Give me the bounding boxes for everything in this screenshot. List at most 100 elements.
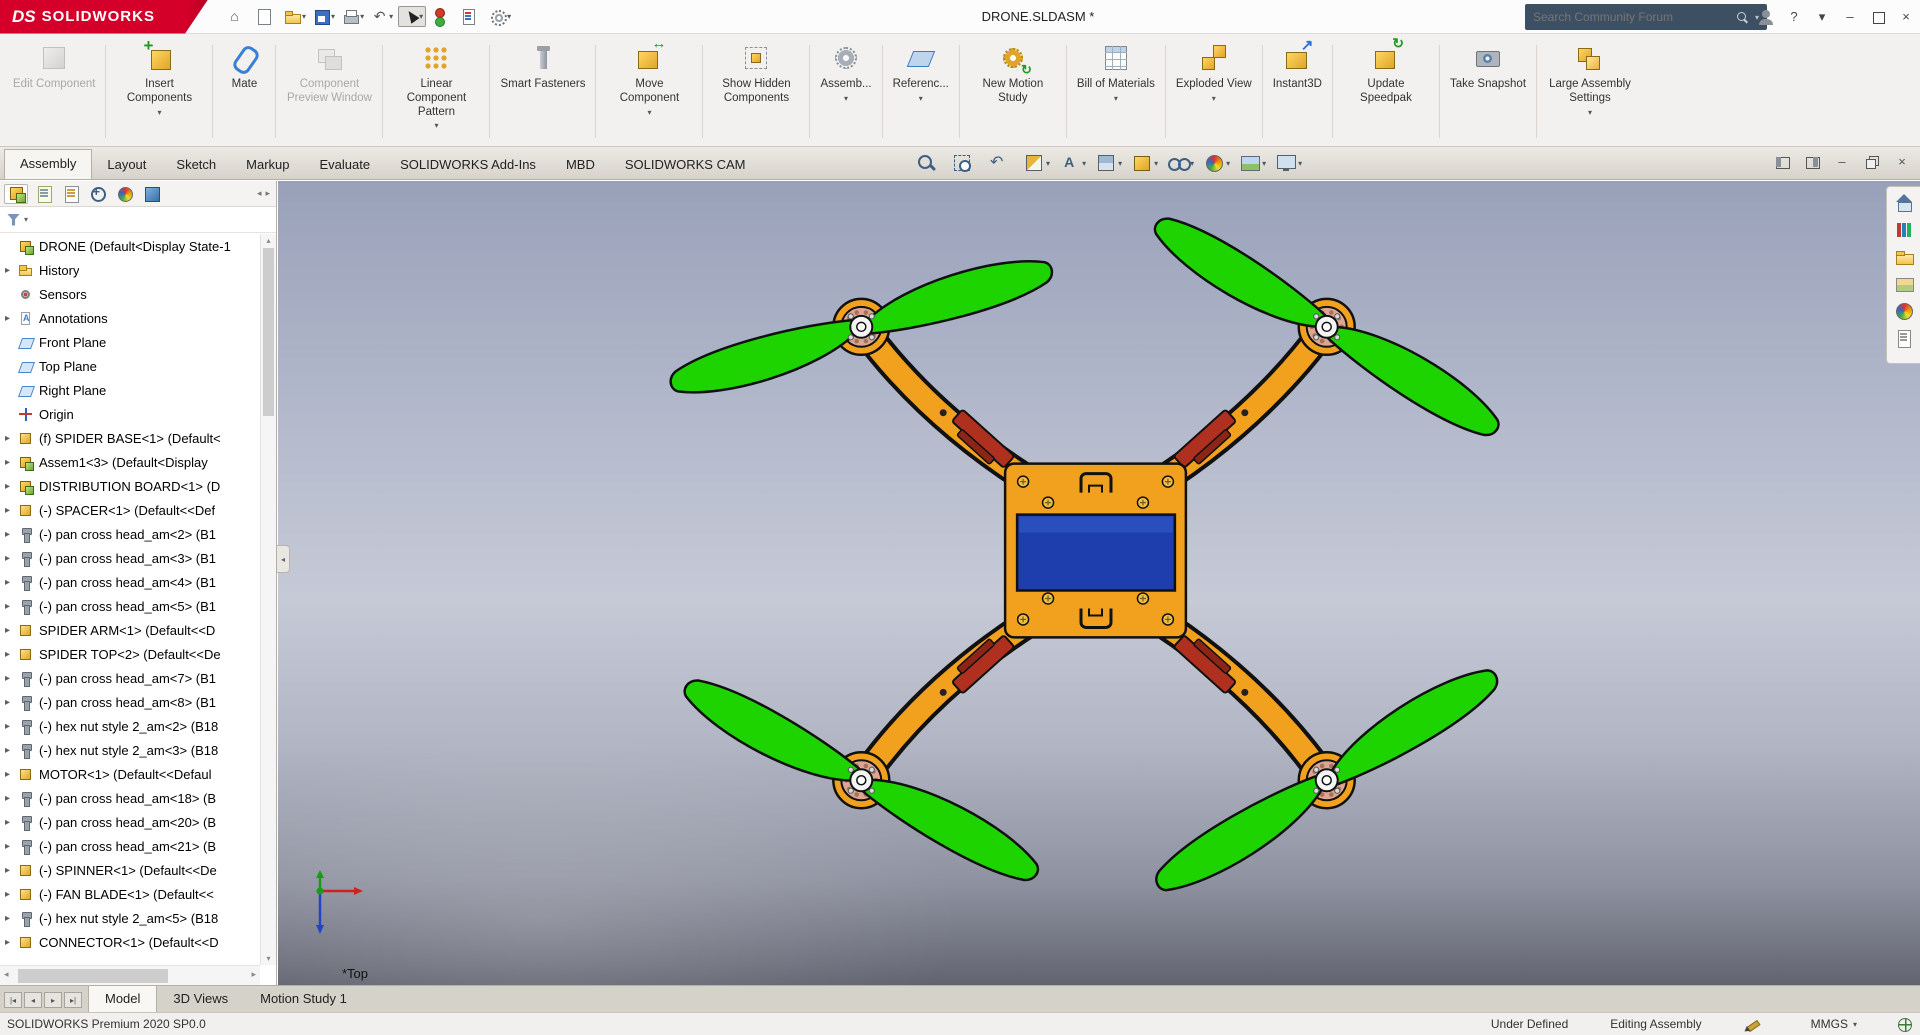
expand-arrow-icon[interactable]: ▸ bbox=[5, 889, 18, 900]
command-tab[interactable]: MBD bbox=[551, 151, 610, 179]
maximize-icon[interactable] bbox=[1870, 9, 1886, 25]
dropdown-caret-icon[interactable]: ▾ bbox=[507, 12, 511, 21]
expand-arrow-icon[interactable]: ▸ bbox=[5, 721, 18, 732]
panel-collapse-handle[interactable]: ◂ bbox=[277, 545, 290, 573]
dropdown-caret-icon[interactable]: ▾ bbox=[360, 12, 364, 21]
ribbon-button[interactable]: Update Speedpak ▾ bbox=[1336, 35, 1436, 144]
ribbon-button[interactable]: Referenc... ▾ bbox=[886, 39, 956, 144]
ribbon-button[interactable]: Bill of Materials ▾ bbox=[1070, 39, 1162, 144]
ribbon-button[interactable]: Component Preview Window ▾ bbox=[279, 39, 379, 144]
quick-access-button[interactable]: ▾ bbox=[398, 6, 427, 27]
help-icon[interactable]: ? bbox=[1786, 9, 1802, 25]
tab-scroll-next-icon[interactable]: ▸ bbox=[44, 992, 62, 1008]
tree-item[interactable]: ▸ (-) hex nut style 2_am<5> (B18 bbox=[0, 906, 260, 930]
ribbon-button[interactable]: Take Snapshot ▾ bbox=[1443, 39, 1533, 144]
quick-access-button[interactable]: ▾ bbox=[487, 7, 513, 26]
user-icon[interactable] bbox=[1758, 9, 1774, 25]
panel-tab-scroll-left-icon[interactable]: ◂ bbox=[257, 188, 262, 199]
scrollbar-thumb[interactable] bbox=[263, 248, 274, 416]
panel-tab-scroll-right-icon[interactable]: ▸ bbox=[265, 188, 270, 199]
ribbon-button[interactable]: Insert Components ▾ bbox=[109, 36, 209, 144]
tree-item[interactable]: ▸ Front Plane bbox=[0, 330, 260, 354]
dropdown-caret-icon[interactable]: ▾ bbox=[389, 12, 393, 21]
doc-restore-icon[interactable] bbox=[1864, 154, 1880, 170]
battery[interactable] bbox=[1015, 513, 1177, 592]
doc-minimize-icon[interactable]: – bbox=[1834, 154, 1850, 170]
pane-right-icon[interactable] bbox=[1804, 154, 1820, 170]
ribbon-button[interactable]: Assemb... ▾ bbox=[813, 39, 878, 144]
tree-item[interactable]: ▸ (-) hex nut style 2_am<2> (B18 bbox=[0, 714, 260, 738]
dropdown-caret-icon[interactable]: ▾ bbox=[331, 12, 335, 21]
tree-item[interactable]: ▸ DISTRIBUTION BOARD<1> (D bbox=[0, 474, 260, 498]
tree-item[interactable]: ▸ (-) SPINNER<1> (Default<<De bbox=[0, 858, 260, 882]
spinner[interactable] bbox=[847, 312, 876, 341]
tree-item[interactable]: ▸ Assem1<3> (Default<Display bbox=[0, 450, 260, 474]
dropdown-caret-icon[interactable]: ▾ bbox=[157, 108, 161, 117]
tree-item[interactable]: ▸ CONNECTOR<1> (Default<<D bbox=[0, 930, 260, 954]
drone-model[interactable] bbox=[278, 181, 1920, 985]
custom-properties-icon[interactable] bbox=[1894, 328, 1914, 348]
command-tab[interactable]: Markup bbox=[231, 151, 304, 179]
scroll-down-icon[interactable]: ▾ bbox=[261, 954, 276, 963]
ribbon-button[interactable]: Edit Component ▾ bbox=[6, 39, 102, 144]
document-tab[interactable]: 3D Views bbox=[157, 986, 244, 1012]
file-explorer-icon[interactable] bbox=[1894, 247, 1914, 267]
quick-access-button[interactable]: ▾ bbox=[458, 7, 484, 26]
dropdown-caret-icon[interactable]: ▾ bbox=[434, 121, 438, 130]
dropdown-caret-icon[interactable]: ▾ bbox=[1262, 159, 1266, 168]
graphics-viewport[interactable]: *Top bbox=[278, 181, 1920, 985]
expand-arrow-icon[interactable]: ▸ bbox=[5, 553, 18, 564]
tree-item[interactable]: ▸ Sensors bbox=[0, 282, 260, 306]
dropdown-caret-icon[interactable]: ▾ bbox=[647, 108, 651, 117]
tab-scroll-prev-icon[interactable]: ◂ bbox=[24, 992, 42, 1008]
filter-icon[interactable] bbox=[7, 213, 20, 226]
scroll-left-icon[interactable]: ◂ bbox=[4, 969, 9, 980]
quick-access-button[interactable]: ▾ bbox=[311, 7, 337, 26]
tree-horizontal-scrollbar[interactable]: ◂ ▸ bbox=[0, 965, 260, 985]
tree-item[interactable]: ▸ Origin bbox=[0, 402, 260, 426]
dropdown-caret-icon[interactable]: ▾ bbox=[1114, 94, 1118, 103]
tree-item[interactable]: ▸ (-) pan cross head_am<5> (B1 bbox=[0, 594, 260, 618]
quick-access-button[interactable]: ▾ bbox=[429, 7, 455, 27]
dropdown-caret-icon[interactable]: ▾ bbox=[919, 94, 923, 103]
expand-arrow-icon[interactable]: ▸ bbox=[5, 625, 18, 636]
dropdown-caret-icon[interactable]: ▾ bbox=[1298, 159, 1302, 168]
help-caret-icon[interactable]: ▾ bbox=[1814, 9, 1830, 25]
spinner[interactable] bbox=[847, 766, 876, 795]
tab-scroll-last-icon[interactable]: ▸| bbox=[64, 992, 82, 1008]
dropdown-caret-icon[interactable]: ▾ bbox=[302, 12, 306, 21]
quick-access-button[interactable]: ▾ bbox=[253, 7, 279, 26]
heads-up-button[interactable]: ▾ bbox=[1095, 152, 1122, 174]
expand-arrow-icon[interactable]: ▸ bbox=[5, 793, 18, 804]
ribbon-button[interactable]: Large Assembly Settings ▾ bbox=[1540, 39, 1640, 144]
filter-caret-icon[interactable]: ▾ bbox=[24, 215, 28, 224]
quick-access-button[interactable]: ▾ bbox=[282, 7, 308, 26]
dropdown-caret-icon[interactable]: ▾ bbox=[419, 12, 423, 21]
tree-item[interactable]: ▸ MOTOR<1> (Default<<Defaul bbox=[0, 762, 260, 786]
quick-access-button[interactable]: ↶ ▾ bbox=[369, 7, 395, 26]
dropdown-caret-icon[interactable]: ▾ bbox=[1118, 159, 1122, 168]
tree-item[interactable]: ▸ (-) pan cross head_am<20> (B bbox=[0, 810, 260, 834]
expand-arrow-icon[interactable]: ▸ bbox=[5, 529, 18, 540]
ribbon-button[interactable]: New Motion Study ▾ bbox=[963, 39, 1063, 144]
expand-arrow-icon[interactable]: ▸ bbox=[5, 601, 18, 612]
dropdown-caret-icon[interactable]: ▾ bbox=[1226, 159, 1230, 168]
expand-arrow-icon[interactable]: ▸ bbox=[5, 457, 18, 468]
expand-arrow-icon[interactable]: ▸ bbox=[5, 817, 18, 828]
command-tab[interactable]: Sketch bbox=[161, 151, 231, 179]
panel-tab[interactable] bbox=[85, 184, 109, 204]
tree-item[interactable]: ▸ (-) pan cross head_am<2> (B1 bbox=[0, 522, 260, 546]
heads-up-button[interactable]: ▾ bbox=[1131, 152, 1158, 174]
dropdown-caret-icon[interactable]: ▾ bbox=[1212, 94, 1216, 103]
heads-up-button[interactable]: ▾ bbox=[951, 152, 978, 174]
dropdown-caret-icon[interactable]: ▾ bbox=[1046, 159, 1050, 168]
tree-item[interactable]: ▸ SPIDER TOP<2> (Default<<De bbox=[0, 642, 260, 666]
ribbon-button[interactable]: Instant3D ▾ bbox=[1266, 36, 1329, 144]
tab-scroll-first-icon[interactable]: |◂ bbox=[4, 992, 22, 1008]
doc-close-icon[interactable]: × bbox=[1894, 154, 1910, 170]
heads-up-button[interactable]: ▾ bbox=[1023, 152, 1050, 174]
ribbon-button[interactable]: Mate ▾ bbox=[216, 39, 272, 144]
ribbon-button[interactable]: Linear Component Pattern ▾ bbox=[386, 39, 486, 144]
document-tab[interactable]: Motion Study 1 bbox=[244, 986, 363, 1012]
expand-arrow-icon[interactable]: ▸ bbox=[5, 649, 18, 660]
